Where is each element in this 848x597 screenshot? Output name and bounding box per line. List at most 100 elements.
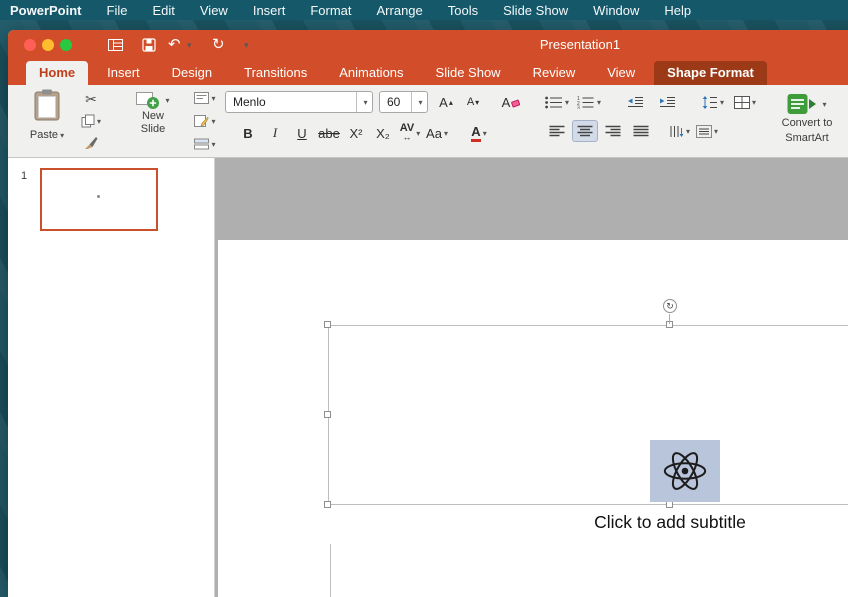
new-slide-label-line1: New [141,110,164,122]
menu-file[interactable]: File [107,3,128,18]
italic-button[interactable]: I [263,122,287,144]
format-painter-icon[interactable] [84,134,98,152]
increase-indent-button[interactable] [654,91,680,113]
undo-icon[interactable]: ↶ [168,30,181,60]
decrease-font-size-button[interactable]: A ▾ [460,91,486,113]
tab-design[interactable]: Design [159,61,225,85]
subscript-button[interactable]: X₂ [371,122,395,144]
tab-slide-show[interactable]: Slide Show [423,61,514,85]
minimize-button[interactable] [42,39,54,51]
main-content: 1 ↻ Click to add subtitle [8,158,848,597]
subtitle-placeholder-prompt[interactable]: Click to add subtitle [328,512,848,533]
font-name-value: Menlo [233,95,266,109]
ribbon-layout-icon[interactable] [108,30,123,60]
save-icon[interactable] [142,30,156,60]
font-name-select[interactable]: Menlo ▾ [225,91,373,113]
clear-formatting-button[interactable]: A [496,91,524,113]
macos-menu-bar: PowerPoint File Edit View Insert Format … [0,0,848,20]
tab-shape-format[interactable]: Shape Format [654,61,767,85]
change-case-button[interactable]: Aa ▾ [425,122,449,144]
columns-button[interactable]: ▾ [732,91,758,113]
smartart-label-line2: SmartArt [785,132,829,144]
increase-font-size-button[interactable]: A ▴ [433,91,459,113]
font-color-button[interactable]: A ▾ [467,122,491,144]
new-slide-dropdown-icon: ▾ [165,95,170,105]
strikethrough-button[interactable]: abe [317,122,341,144]
title-placeholder[interactable] [328,325,848,505]
handle-top-left[interactable] [324,321,331,328]
menu-view[interactable]: View [200,3,228,18]
smartart-label-line1: Convert to [781,117,833,129]
undo-dropdown-icon[interactable]: ▾ [187,30,192,60]
menu-arrange[interactable]: Arrange [377,3,423,18]
text-direction-button[interactable]: ▾ [666,120,692,142]
underline-button[interactable]: U [290,122,314,144]
tab-insert[interactable]: Insert [94,61,153,85]
numbering-button[interactable]: 123 ▾ [576,91,602,113]
zoom-button[interactable] [60,39,72,51]
tab-view[interactable]: View [594,61,648,85]
menu-tools[interactable]: Tools [448,3,478,18]
reset-dropdown-icon: ▾ [211,116,216,126]
new-slide-button[interactable]: ▾ New Slide [124,90,182,136]
section-dropdown-icon: ▾ [211,139,216,149]
clipboard-small-buttons: ✂ ▾ [74,90,108,152]
font-size-select[interactable]: 60 ▾ [379,91,428,113]
bullets-button[interactable]: ▾ [544,91,570,113]
line-spacing-dropdown-icon: ▾ [719,97,724,107]
bold-button[interactable]: B [236,122,260,144]
menu-help[interactable]: Help [664,3,691,18]
align-center-button[interactable] [572,120,598,142]
reset-layout-icon[interactable]: ▾ [194,112,216,130]
tab-transitions[interactable]: Transitions [231,61,320,85]
char-spacing-dropdown-icon: ▾ [416,128,421,138]
copy-icon[interactable]: ▾ [81,112,101,130]
rotation-handle[interactable]: ↻ [663,299,677,313]
toolbar-options-icon[interactable]: ▾ [244,30,249,60]
slide[interactable]: ↻ Click to add subtitle [218,240,848,597]
align-text-button[interactable]: ▾ [694,120,720,142]
font-size-value: 60 [387,95,401,109]
new-slide-icon [136,90,160,110]
handle-bottom-left[interactable] [324,501,331,508]
smartart-icon [787,93,817,115]
menu-format[interactable]: Format [310,3,351,18]
slide-canvas: ↻ Click to add subtitle [215,158,848,597]
tab-home[interactable]: Home [26,61,89,85]
character-spacing-button[interactable]: AV ↔ ▾ [398,122,422,144]
shrink-letter: A [466,96,475,108]
menu-window[interactable]: Window [593,3,639,18]
justify-button[interactable] [628,120,654,142]
close-button[interactable] [24,39,36,51]
powerpoint-window: ↶ ▾ ↻ ▾ Presentation1 Home Insert Design… [8,30,848,597]
paste-button[interactable]: Paste ▾ [20,89,74,141]
rotation-handle-stem [669,314,670,324]
section-icon[interactable]: ▾ [194,135,216,153]
layout-icon[interactable]: ▾ [194,89,216,107]
handle-bottom-middle[interactable] [666,501,673,508]
handle-middle-left[interactable] [324,411,331,418]
rotate-arrow-icon: ↻ [666,300,674,311]
slide-thumbnail[interactable] [40,168,158,231]
slide-layout-buttons: ▾ ▾ ▾ [188,89,222,153]
tab-animations[interactable]: Animations [326,61,416,85]
align-left-button[interactable] [544,120,570,142]
tab-review[interactable]: Review [520,61,589,85]
decrease-indent-button[interactable] [622,91,648,113]
superscript-button[interactable]: X² [344,122,368,144]
menu-insert[interactable]: Insert [253,3,286,18]
bullets-dropdown-icon: ▾ [564,97,569,107]
menu-edit[interactable]: Edit [152,3,174,18]
window-title: Presentation1 [539,37,621,52]
convert-to-smartart-button[interactable]: ▾ Convert to SmartArt [768,89,846,145]
grow-letter: A [439,94,448,110]
line-spacing-button[interactable]: ▾ [700,91,726,113]
selected-atom-glyph[interactable] [650,440,720,502]
redo-icon[interactable]: ↻ [212,30,225,60]
clipboard-icon [34,89,60,121]
cut-icon[interactable]: ✂ [85,90,97,108]
atom-icon [663,447,707,495]
menu-slide-show[interactable]: Slide Show [503,3,568,18]
align-right-button[interactable] [600,120,626,142]
menu-app-name[interactable]: PowerPoint [10,3,82,18]
